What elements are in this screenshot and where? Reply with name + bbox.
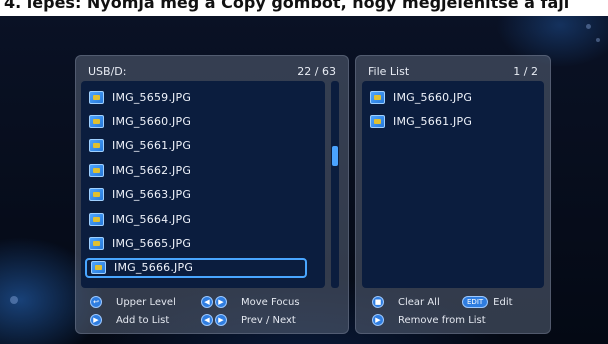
legend-label: Edit bbox=[493, 296, 513, 308]
image-file-icon bbox=[89, 163, 104, 177]
file-row[interactable]: IMG_5663.JPG bbox=[89, 185, 191, 205]
bokeh-light bbox=[596, 38, 600, 42]
caption-text: 4. lépés: Nyomja meg a Copy gombot, hogy… bbox=[0, 0, 608, 16]
file-name: IMG_5661.JPG bbox=[112, 139, 192, 153]
legend-move-focus: ◀ ▶ Move Focus bbox=[201, 295, 300, 309]
file-name: IMG_5660.JPG bbox=[393, 90, 473, 104]
rewind-icon: ◀ bbox=[201, 314, 213, 326]
legend-label: Add to List bbox=[116, 314, 170, 326]
file-row[interactable]: IMG_5660.JPG bbox=[370, 87, 472, 107]
current-path: USB/D: bbox=[88, 64, 127, 78]
legend-edit: EDIT Edit bbox=[462, 295, 513, 309]
image-file-icon bbox=[89, 212, 104, 226]
file-row[interactable]: IMG_5661.JPG bbox=[370, 111, 472, 131]
file-name: IMG_5660.JPG bbox=[112, 114, 192, 128]
file-row[interactable]: IMG_5664.JPG bbox=[89, 209, 191, 229]
image-file-icon bbox=[89, 236, 104, 250]
file-name: IMG_5661.JPG bbox=[393, 114, 473, 128]
file-row[interactable]: IMG_5661.JPG bbox=[89, 136, 191, 156]
fast-forward-icon: ▶ bbox=[215, 314, 227, 326]
legend-label: Prev / Next bbox=[241, 314, 296, 326]
legend-upper-level: ↩ Upper Level bbox=[90, 295, 176, 309]
scrollbar[interactable] bbox=[331, 81, 339, 288]
legend-label: Remove from List bbox=[398, 314, 486, 326]
file-list-title: File List bbox=[368, 64, 410, 78]
legend-label: Move Focus bbox=[241, 296, 300, 308]
file-row[interactable]: IMG_5662.JPG bbox=[89, 160, 191, 180]
image-file-icon bbox=[89, 90, 104, 104]
legend-label: Clear All bbox=[398, 296, 440, 308]
file-name: IMG_5666.JPG bbox=[114, 261, 194, 275]
source-browser-panel: USB/D: 22 / 63 IMG_5659.JPG IMG_5660.JPG I… bbox=[75, 55, 349, 334]
left-arrow-icon: ◀ bbox=[201, 296, 213, 308]
file-name: IMG_5662.JPG bbox=[112, 163, 192, 177]
file-row-selected[interactable]: IMG_5666.JPG bbox=[85, 257, 307, 278]
file-row[interactable]: IMG_5659.JPG bbox=[89, 87, 191, 107]
file-row[interactable]: IMG_5665.JPG bbox=[89, 233, 191, 253]
file-list-header: File List 1 / 2 bbox=[368, 62, 538, 80]
file-name: IMG_5664.JPG bbox=[112, 212, 192, 226]
file-list-panel: File List 1 / 2 IMG_5660.JPG IMG_5661.JPG… bbox=[355, 55, 551, 334]
file-list-counter: 1 / 2 bbox=[513, 64, 538, 78]
scrollbar-thumb[interactable] bbox=[332, 146, 338, 167]
source-file-list: IMG_5659.JPG IMG_5660.JPG IMG_5661.JPG IMG_… bbox=[81, 81, 325, 288]
right-arrow-icon: ▶ bbox=[215, 296, 227, 308]
image-file-icon bbox=[370, 90, 385, 104]
image-file-icon bbox=[370, 114, 385, 128]
image-file-icon bbox=[89, 139, 104, 153]
legend-remove-from-list: ▶ Remove from List bbox=[372, 313, 486, 327]
play-pause-icon: ▶ bbox=[90, 314, 102, 326]
source-browser-header: USB/D: 22 / 63 bbox=[88, 62, 336, 80]
image-file-icon bbox=[89, 114, 104, 128]
file-counter: 22 / 63 bbox=[297, 64, 336, 78]
file-name: IMG_5659.JPG bbox=[112, 90, 192, 104]
file-row[interactable]: IMG_5660.JPG bbox=[89, 111, 191, 131]
legend-add-to-list: ▶ Add to List bbox=[90, 313, 169, 327]
bokeh-light bbox=[10, 296, 18, 304]
image-file-icon bbox=[89, 188, 104, 202]
stop-icon: ■ bbox=[372, 296, 384, 308]
file-name: IMG_5663.JPG bbox=[112, 188, 192, 202]
image-file-icon bbox=[91, 261, 106, 275]
back-arrow-icon: ↩ bbox=[90, 296, 102, 308]
edit-badge: EDIT bbox=[462, 296, 489, 308]
target-file-list: IMG_5660.JPG IMG_5661.JPG bbox=[362, 81, 544, 288]
legend-clear-all: ■ Clear All bbox=[372, 295, 440, 309]
bokeh-light bbox=[586, 24, 591, 29]
file-name: IMG_5665.JPG bbox=[112, 236, 192, 250]
legend-prev-next: ◀ ▶ Prev / Next bbox=[201, 313, 296, 327]
play-pause-icon: ▶ bbox=[372, 314, 384, 326]
legend-label: Upper Level bbox=[116, 296, 176, 308]
